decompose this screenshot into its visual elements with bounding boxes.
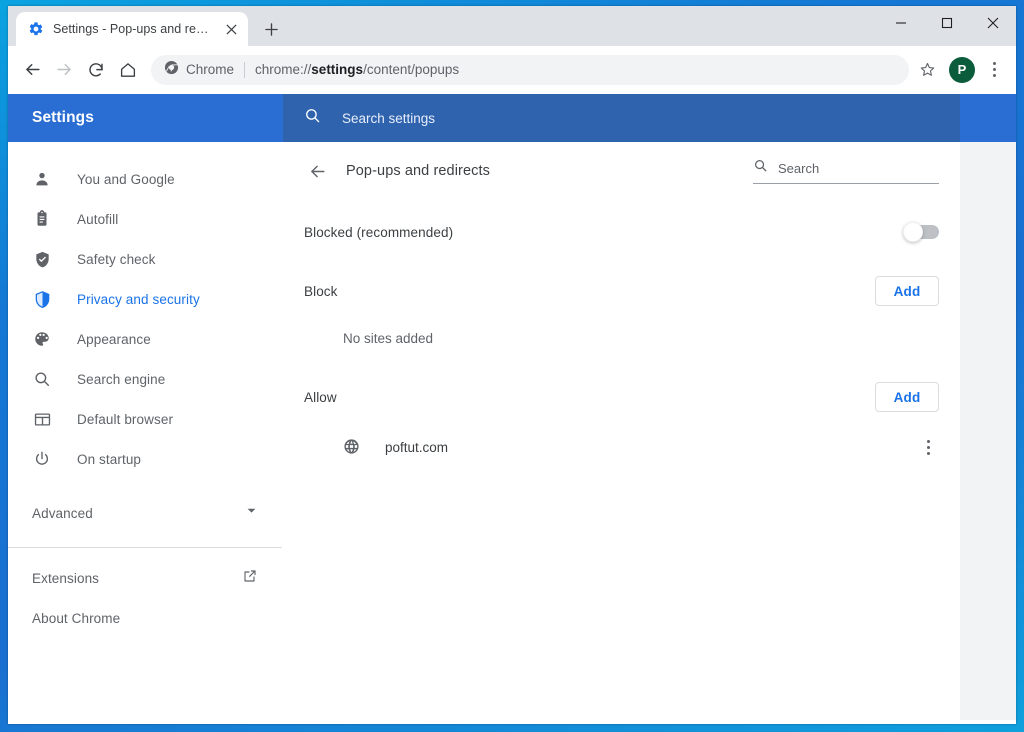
row-overflow-menu-icon[interactable] — [917, 434, 939, 460]
block-add-button[interactable]: Add — [875, 276, 939, 306]
settings-body: You and Google Autofill Safety check Pri… — [8, 142, 1016, 720]
blocked-recommended-label: Blocked (recommended) — [304, 224, 454, 240]
page-title: Pop-ups and redirects — [346, 163, 490, 179]
window-controls — [878, 6, 1016, 40]
allow-add-button[interactable]: Add — [875, 382, 939, 412]
content-background — [960, 142, 1016, 720]
external-link-icon — [242, 568, 258, 589]
arrow-left-icon[interactable] — [304, 158, 330, 184]
sidebar-item-appearance[interactable]: Appearance — [8, 319, 282, 359]
sidebar-advanced-label: Advanced — [32, 505, 93, 521]
url-host: settings — [311, 62, 364, 77]
palette-icon — [32, 329, 52, 349]
clipboard-icon — [32, 209, 52, 229]
settings-card: Pop-ups and redirects Search Blocked (re… — [283, 142, 960, 720]
settings-sidebar: You and Google Autofill Safety check Pri… — [8, 142, 283, 720]
browser-window-icon — [32, 409, 52, 429]
shield-icon — [32, 289, 52, 309]
block-section-header: Block Add — [283, 264, 960, 318]
settings-search-placeholder: Search settings — [342, 110, 436, 126]
sidebar-divider — [8, 547, 282, 548]
forward-icon — [49, 55, 79, 85]
settings-brand[interactable]: Settings — [8, 94, 283, 142]
sidebar-item-label: Autofill — [77, 211, 119, 227]
sidebar-item-label: You and Google — [77, 171, 175, 187]
chrome-icon — [164, 60, 179, 80]
new-tab-button[interactable] — [256, 14, 286, 44]
desktop-background: Settings - Pop-ups and redirects — [0, 0, 1024, 732]
tab-strip: Settings - Pop-ups and redirects — [8, 6, 1016, 46]
gear-icon — [28, 21, 44, 37]
sidebar-item-default-browser[interactable]: Default browser — [8, 399, 282, 439]
close-window-icon[interactable] — [970, 6, 1016, 40]
star-icon[interactable] — [913, 56, 941, 84]
browser-toolbar: Chrome chrome://settings/content/popups … — [8, 46, 1016, 94]
sidebar-item-privacy-and-security[interactable]: Privacy and security — [8, 279, 282, 319]
sidebar-item-label: Appearance — [77, 331, 151, 347]
blocked-recommended-row: Blocked (recommended) — [283, 200, 960, 264]
page-search-placeholder: Search — [778, 160, 820, 176]
settings-content-area: Pop-ups and redirects Search Blocked (re… — [283, 142, 1016, 720]
toggle-knob — [903, 222, 923, 242]
url-path: /content/popups — [363, 62, 460, 77]
sidebar-item-label: Default browser — [77, 411, 174, 427]
sidebar-item-you-and-google[interactable]: You and Google — [8, 159, 282, 199]
sidebar-item-label: Extensions — [32, 570, 100, 586]
sidebar-item-label: About Chrome — [32, 610, 121, 626]
avatar[interactable]: P — [949, 56, 975, 83]
sidebar-item-autofill[interactable]: Autofill — [8, 199, 282, 239]
sidebar-item-label: Privacy and security — [77, 291, 200, 307]
browser-window: Settings - Pop-ups and redirects — [8, 6, 1016, 724]
allow-section-label: Allow — [304, 389, 337, 405]
sidebar-item-search-engine[interactable]: Search engine — [8, 359, 282, 399]
maximize-icon[interactable] — [924, 6, 970, 40]
url-prefix: chrome:// — [255, 62, 312, 77]
settings-search-box[interactable]: Search settings — [283, 94, 960, 142]
sidebar-item-safety-check[interactable]: Safety check — [8, 239, 282, 279]
close-icon[interactable] — [222, 20, 240, 38]
sidebar-item-about-chrome[interactable]: About Chrome — [8, 598, 282, 638]
address-bar[interactable]: Chrome chrome://settings/content/popups — [151, 54, 909, 85]
minimize-icon[interactable] — [878, 6, 924, 40]
sidebar-item-extensions[interactable]: Extensions — [8, 558, 282, 598]
address-bar-url: chrome://settings/content/popups — [255, 62, 459, 77]
power-icon — [32, 449, 52, 469]
sidebar-item-on-startup[interactable]: On startup — [8, 439, 282, 479]
reload-icon[interactable] — [81, 55, 111, 85]
settings-brand-label: Settings — [32, 109, 94, 126]
back-icon[interactable] — [17, 55, 47, 85]
blocked-recommended-toggle[interactable] — [903, 222, 939, 242]
tab-title: Settings - Pop-ups and redirects — [53, 22, 213, 36]
sidebar-item-label: On startup — [77, 451, 142, 467]
person-icon — [32, 169, 52, 189]
shield-check-icon — [32, 249, 52, 269]
browser-tab[interactable]: Settings - Pop-ups and redirects — [16, 12, 248, 46]
settings-header: Settings Search settings — [8, 94, 1016, 142]
home-icon[interactable] — [113, 55, 143, 85]
page-header: Pop-ups and redirects Search — [283, 142, 960, 200]
globe-icon — [343, 438, 361, 456]
chevron-down-icon — [245, 504, 258, 522]
search-icon — [304, 107, 321, 129]
sidebar-item-label: Search engine — [77, 371, 166, 387]
search-icon — [32, 369, 52, 389]
block-section-label: Block — [304, 283, 338, 299]
page-search-field[interactable]: Search — [753, 158, 939, 184]
site-identity-label: Chrome — [186, 62, 235, 77]
list-item[interactable]: poftut.com — [283, 424, 960, 470]
sidebar-item-advanced[interactable]: Advanced — [8, 493, 282, 533]
omnibox-divider — [244, 61, 246, 78]
site-identity[interactable]: Chrome — [164, 60, 234, 80]
sidebar-item-label: Safety check — [77, 251, 156, 267]
block-empty-text: No sites added — [343, 330, 434, 346]
allow-section-header: Allow Add — [283, 370, 960, 424]
search-icon — [753, 158, 768, 178]
chrome-menu-icon[interactable] — [981, 55, 1007, 85]
site-name: poftut.com — [385, 439, 449, 455]
